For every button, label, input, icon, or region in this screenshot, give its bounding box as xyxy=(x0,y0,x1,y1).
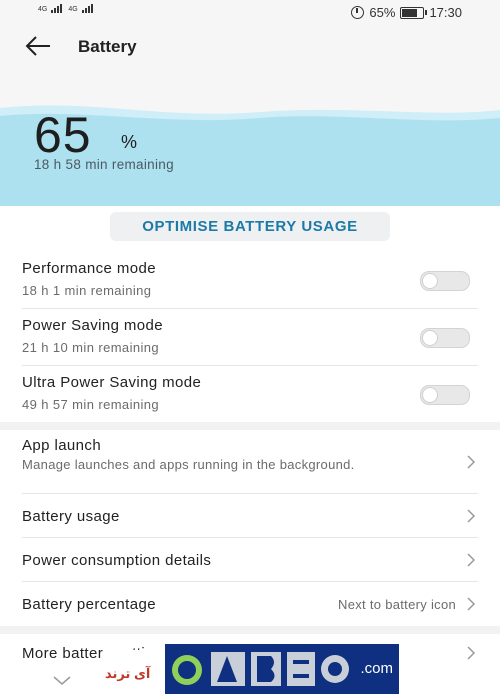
chevron-right-icon xyxy=(467,509,476,523)
status-bar: 4G 4G 65% 17:30 xyxy=(0,0,500,26)
toggle-knob xyxy=(422,330,438,346)
watermark-right-text: .com xyxy=(360,660,393,677)
toggle-knob xyxy=(422,387,438,403)
app-launch-description: Manage launches and apps running in the … xyxy=(22,457,355,472)
toggle-knob xyxy=(422,273,438,289)
chevron-right-icon xyxy=(467,646,476,660)
chevron-right-icon xyxy=(467,455,476,469)
app-launch-title: App launch xyxy=(22,437,102,454)
status-right-icons: 65% 17:30 xyxy=(351,5,462,20)
mode-title: Power Saving mode xyxy=(22,317,164,334)
mode-title: Performance mode xyxy=(22,260,156,277)
watermark-left: آی ترند xyxy=(103,650,165,690)
watermark-logo: آی ترند .com xyxy=(103,644,399,694)
arrow-left-icon xyxy=(25,36,50,56)
chevron-down-icon[interactable] xyxy=(53,676,71,686)
chevron-right-icon xyxy=(467,553,476,567)
power-consumption-title: Power consumption details xyxy=(22,552,212,569)
network-type-label: 4G xyxy=(68,6,78,13)
mode-subtitle: 18 h 1 min remaining xyxy=(22,283,152,298)
mode-row-ultra-power-saving[interactable]: Ultra Power Saving mode 49 h 57 min rema… xyxy=(22,366,478,423)
ultra-power-saving-mode-toggle[interactable] xyxy=(420,385,470,405)
app-launch-item[interactable]: App launch Manage launches and apps runn… xyxy=(22,430,478,494)
signal-icon: 4G xyxy=(38,4,63,13)
signal-icon: 4G xyxy=(68,4,93,13)
status-left-icons: 4G 4G xyxy=(38,4,93,13)
battery-usage-item[interactable]: Battery usage xyxy=(22,494,478,538)
mode-subtitle: 21 h 10 min remaining xyxy=(22,340,160,355)
mode-title: Ultra Power Saving mode xyxy=(22,374,202,391)
battery-percentage-value: Next to battery icon xyxy=(338,597,456,612)
battery-remaining-time: 18 h 58 min remaining xyxy=(34,157,174,172)
section-divider xyxy=(0,626,500,634)
alarm-icon xyxy=(351,6,365,19)
watermark-right: .com xyxy=(165,644,399,694)
battery-hero: 65 % 18 h 58 min remaining xyxy=(0,68,500,206)
battery-icon xyxy=(400,6,428,19)
battery-percent-sign: % xyxy=(121,132,138,152)
network-type-label: 4G xyxy=(38,6,48,13)
power-consumption-item[interactable]: Power consumption details xyxy=(22,538,478,582)
status-time: 17:30 xyxy=(429,5,462,20)
app-header: Battery xyxy=(0,26,500,68)
optimise-battery-button[interactable]: OPTIMISE BATTERY USAGE xyxy=(110,212,390,241)
battery-usage-title: Battery usage xyxy=(22,508,120,525)
watermark-left-text: آی ترند xyxy=(105,666,151,681)
battery-percentage-title: Battery percentage xyxy=(22,596,156,613)
battery-percent-value: 65 xyxy=(34,107,92,163)
mode-row-performance[interactable]: Performance mode 18 h 1 min remaining xyxy=(22,252,478,309)
back-button[interactable] xyxy=(22,32,54,60)
mode-row-power-saving[interactable]: Power Saving mode 21 h 10 min remaining xyxy=(22,309,478,366)
power-saving-mode-toggle[interactable] xyxy=(420,328,470,348)
mode-subtitle: 49 h 57 min remaining xyxy=(22,397,160,412)
status-battery-percent: 65% xyxy=(369,5,396,20)
performance-mode-toggle[interactable] xyxy=(420,271,470,291)
chevron-right-icon xyxy=(467,597,476,611)
page-title: Battery xyxy=(78,37,137,56)
battery-percentage-item[interactable]: Battery percentage Next to battery icon xyxy=(22,582,478,626)
section-divider xyxy=(0,422,500,430)
battery-fill xyxy=(402,8,417,17)
